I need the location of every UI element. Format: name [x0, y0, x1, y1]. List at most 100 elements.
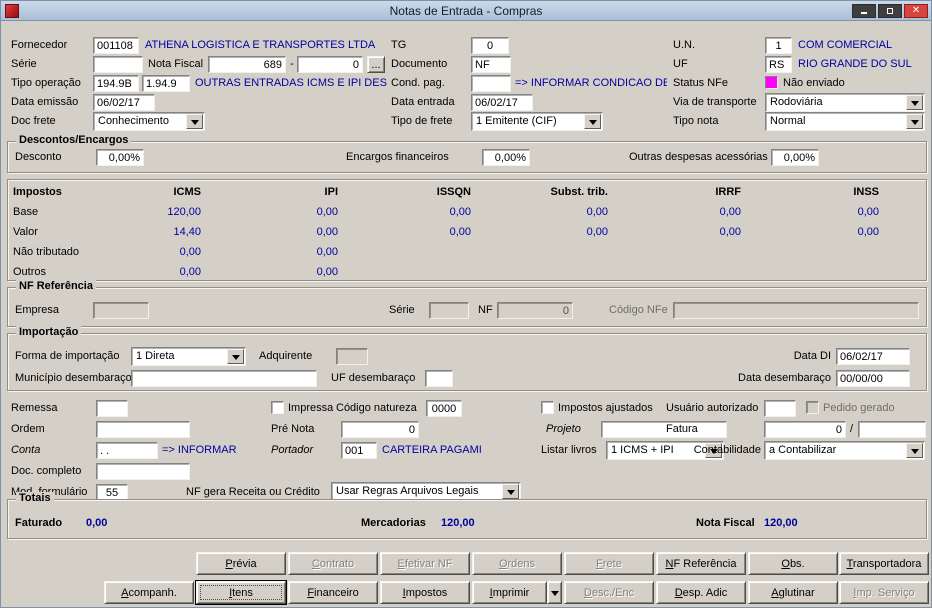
tg-input[interactable] [471, 37, 509, 54]
mercadorias-value: 120,00 [441, 517, 475, 529]
chevron-down-icon[interactable] [906, 443, 923, 458]
encargos-label: Encargos financeiros [346, 151, 449, 163]
tipo-operacao-cfop-input[interactable] [142, 75, 190, 92]
acompanh-button[interactable]: Acompanh. [104, 581, 194, 604]
outras-despesas-input[interactable] [771, 149, 819, 166]
itens-button[interactable]: Itens [195, 580, 287, 605]
impostos-row-nao-tributado: Não tributado 0,00 0,00 [13, 246, 338, 258]
codigo-natureza-input[interactable] [426, 400, 462, 417]
pedido-gerado-label: Pedido gerado [823, 402, 895, 414]
remessa-label: Remessa [11, 402, 58, 414]
transportadora-button[interactable]: Transportadora [839, 552, 929, 575]
nf-ref-nf-label: NF [478, 304, 493, 316]
via-transporte-select[interactable]: Rodoviária [765, 93, 925, 112]
obs-button[interactable]: Obs. [748, 552, 838, 575]
nf-ref-serie-input [429, 302, 469, 319]
desp-adic-button[interactable]: Desp. Adic [656, 581, 746, 604]
impostos-row-outros: Outros 0,00 0,00 [13, 266, 338, 278]
chevron-down-icon[interactable] [227, 349, 244, 364]
municipio-desembaraco-input[interactable] [131, 370, 317, 387]
uf-label: UF [673, 58, 688, 70]
totais-title: Totais [16, 492, 54, 504]
imprimir-dropdown-button[interactable] [547, 581, 562, 604]
data-entrada-label: Data entrada [391, 96, 455, 108]
tipo-frete-label: Tipo de frete [391, 115, 453, 127]
data-emissao-input[interactable] [93, 94, 155, 111]
chevron-down-icon[interactable] [186, 114, 203, 129]
uf-desembaraco-input[interactable] [425, 370, 453, 387]
fornecedor-input[interactable] [93, 37, 139, 54]
doc-frete-select[interactable]: Conhecimento [93, 112, 205, 131]
un-name: COM COMERCIAL [798, 39, 893, 51]
fatura-separator: / [850, 423, 854, 435]
municipio-desembaraco-label: Município desembaraço [15, 372, 132, 384]
chevron-down-icon[interactable] [502, 484, 519, 499]
doc-frete-label: Doc frete [11, 115, 56, 127]
via-transporte-label: Via de transporte [673, 96, 757, 108]
doc-completo-input[interactable] [96, 463, 190, 480]
nota-fiscal-browse-button[interactable]: ... [367, 56, 385, 73]
projeto-input[interactable] [601, 421, 727, 438]
aglutinar-button[interactable]: Aglutinar [748, 581, 838, 604]
status-nfe-label: Status NFe [673, 77, 729, 89]
minimize-button[interactable] [852, 4, 876, 18]
impressa-checkbox[interactable] [271, 401, 284, 414]
forma-importacao-label: Forma de importação [15, 350, 120, 362]
data-desembaraco-input[interactable] [836, 370, 910, 387]
serie-input[interactable] [93, 56, 143, 73]
window-title: Notas de Entrada - Compras [389, 4, 543, 18]
tipo-frete-select[interactable]: 1 Emitente (CIF) [471, 112, 603, 131]
chevron-down-icon[interactable] [906, 95, 923, 110]
impostos-button[interactable]: Impostos [380, 581, 470, 604]
chevron-down-icon[interactable] [584, 114, 601, 129]
usuario-autorizado-input[interactable] [764, 400, 796, 417]
maximize-button[interactable] [878, 4, 902, 18]
fatura-input[interactable] [764, 421, 846, 438]
portador-hint: CARTEIRA PAGAMI [382, 444, 482, 456]
empresa-label: Empresa [15, 304, 60, 316]
conta-input[interactable] [96, 442, 158, 459]
codigo-nfe-input [673, 302, 919, 319]
portador-label: Portador [271, 444, 314, 456]
fatura-parcela-input[interactable] [858, 421, 926, 438]
col-subst-trib: Subst. trib. [550, 186, 608, 198]
previa-button[interactable]: Prévia [196, 552, 286, 575]
nota-fiscal-subnumero-input[interactable] [297, 56, 363, 73]
conta-label: Conta [11, 444, 41, 456]
encargos-input[interactable] [482, 149, 530, 166]
un-input[interactable] [765, 37, 792, 54]
data-entrada-input[interactable] [471, 94, 533, 111]
uf-input[interactable] [765, 56, 792, 73]
close-button[interactable] [904, 4, 928, 18]
desc-enc-button: Desc./Enc [564, 581, 654, 604]
nf-gera-label: NF gera Receita ou Crédito [186, 486, 320, 498]
importacao-title: Importação [16, 326, 82, 338]
portador-input[interactable] [341, 442, 377, 459]
impostos-ajustados-checkbox[interactable] [541, 401, 554, 414]
tipo-operacao-code-input[interactable] [93, 75, 139, 92]
data-di-input[interactable] [836, 348, 910, 365]
nota-fiscal-numero-input[interactable] [208, 56, 286, 73]
contabilidade-select[interactable]: a Contabilizar [764, 441, 925, 460]
faturado-label: Faturado [15, 517, 63, 529]
imprimir-button[interactable]: Imprimir [472, 581, 547, 604]
contrato-button: Contrato [288, 552, 378, 575]
financeiro-button[interactable]: Financeiro [288, 581, 378, 604]
remessa-input[interactable] [96, 400, 128, 417]
uf-name: RIO GRANDE DO SUL [798, 58, 912, 70]
nf-referencia-button[interactable]: NF Referência [656, 552, 746, 575]
tipo-nota-select[interactable]: Normal [765, 112, 925, 131]
pre-nota-input[interactable] [341, 421, 419, 438]
impostos-row-base: Base 120,00 0,00 0,00 0,00 0,00 0,00 [13, 206, 879, 218]
col-ipi: IPI [324, 186, 338, 198]
documento-input[interactable] [471, 56, 511, 73]
ordens-button: Ordens [472, 552, 562, 575]
desconto-label: Desconto [15, 151, 62, 163]
cond-pag-input[interactable] [471, 75, 511, 92]
forma-importacao-select[interactable]: 1 Direta [131, 347, 246, 366]
chevron-down-icon[interactable] [906, 114, 923, 129]
desconto-input[interactable] [96, 149, 144, 166]
codigo-natureza-label: Código natureza [336, 402, 417, 414]
col-icms: ICMS [173, 186, 202, 198]
ordem-input[interactable] [96, 421, 190, 438]
